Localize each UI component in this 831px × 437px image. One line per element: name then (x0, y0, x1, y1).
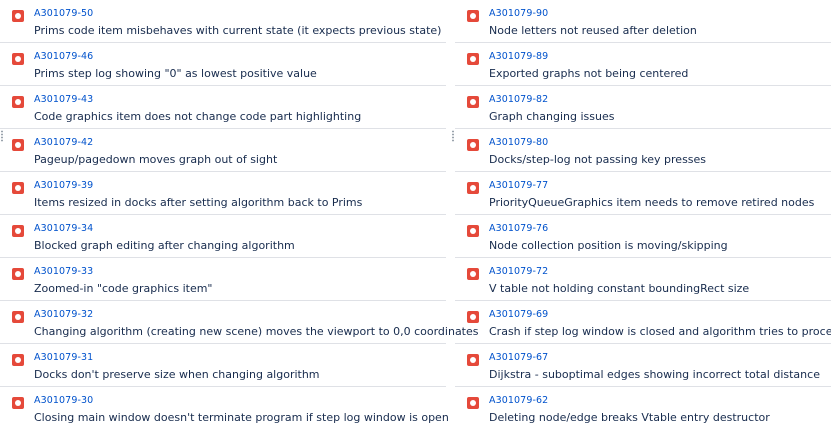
issue-row[interactable]: A301079-72 V table not holding constant … (455, 258, 831, 301)
bug-icon (467, 397, 479, 409)
issue-summary: Prims code item misbehaves with current … (34, 24, 442, 37)
bug-icon (12, 10, 24, 22)
issue-summary: Deleting node/edge breaks Vtable entry d… (489, 411, 770, 424)
bug-icon (12, 53, 24, 65)
issue-summary: Changing algorithm (creating new scene) … (34, 325, 479, 338)
issue-key-link[interactable]: A301079-42 (34, 137, 93, 148)
issue-key-link[interactable]: A301079-82 (489, 94, 548, 105)
issue-key-link[interactable]: A301079-43 (34, 94, 93, 105)
issue-row[interactable]: A301079-42 Pageup/pagedown moves graph o… (0, 129, 446, 172)
issue-row[interactable]: A301079-43 Code graphics item does not c… (0, 86, 446, 129)
issue-key-link[interactable]: A301079-33 (34, 266, 93, 277)
bug-icon (12, 311, 24, 323)
issue-summary: Prims step log showing "0" as lowest pos… (34, 67, 317, 80)
issue-summary: Zoomed-in "code graphics item" (34, 282, 213, 295)
bug-icon (12, 139, 24, 151)
issue-key-link[interactable]: A301079-80 (489, 137, 548, 148)
issue-key-link[interactable]: A301079-90 (489, 8, 548, 19)
issue-summary: Closing main window doesn't terminate pr… (34, 411, 449, 424)
issue-summary: Blocked graph editing after changing alg… (34, 239, 295, 252)
issue-row[interactable]: A301079-89 Exported graphs not being cen… (455, 43, 831, 86)
issue-summary: Node letters not reused after deletion (489, 24, 697, 37)
bug-icon (467, 10, 479, 22)
issue-row[interactable]: A301079-32 Changing algorithm (creating … (0, 301, 479, 344)
issue-key-link[interactable]: A301079-89 (489, 51, 548, 62)
issue-summary: V table not holding constant boundingRec… (489, 282, 750, 295)
issue-row[interactable]: A301079-82 Graph changing issues (455, 86, 831, 129)
issue-summary: Crash if step log window is closed and a… (489, 325, 831, 338)
issue-row[interactable]: A301079-31 Docks don't preserve size whe… (0, 344, 446, 387)
issue-row[interactable]: A301079-76 Node collection position is m… (455, 215, 831, 258)
issue-row[interactable]: A301079-30 Closing main window doesn't t… (0, 387, 449, 430)
issue-summary: Pageup/pagedown moves graph out of sight (34, 153, 278, 166)
bug-icon (467, 225, 479, 237)
issue-row[interactable]: A301079-46 Prims step log showing "0" as… (0, 43, 446, 86)
issue-row[interactable]: A301079-77 PriorityQueueGraphics item ne… (455, 172, 831, 215)
issue-key-link[interactable]: A301079-31 (34, 352, 93, 363)
bug-icon (467, 96, 479, 108)
issue-key-link[interactable]: A301079-62 (489, 395, 548, 406)
bug-icon (467, 311, 479, 323)
issue-key-link[interactable]: A301079-39 (34, 180, 93, 191)
issue-summary: PriorityQueueGraphics item needs to remo… (489, 196, 815, 209)
bug-icon (467, 139, 479, 151)
issue-key-link[interactable]: A301079-34 (34, 223, 93, 234)
issue-row[interactable]: A301079-62 Deleting node/edge breaks Vta… (455, 387, 831, 430)
bug-icon (12, 354, 24, 366)
issue-key-link[interactable]: A301079-50 (34, 8, 93, 19)
issue-key-link[interactable]: A301079-72 (489, 266, 548, 277)
column-resize-grip[interactable] (452, 130, 454, 142)
issue-summary: Items resized in docks after setting alg… (34, 196, 363, 209)
issue-key-link[interactable]: A301079-67 (489, 352, 548, 363)
issue-key-link[interactable]: A301079-76 (489, 223, 548, 234)
issue-row[interactable]: A301079-69 Crash if step log window is c… (455, 301, 831, 344)
bug-icon (467, 182, 479, 194)
issue-summary: Graph changing issues (489, 110, 615, 123)
bug-icon (12, 182, 24, 194)
issue-summary: Docks/step-log not passing key presses (489, 153, 707, 166)
issue-summary: Docks don't preserve size when changing … (34, 368, 320, 381)
bug-icon (12, 225, 24, 237)
issue-row[interactable]: A301079-34 Blocked graph editing after c… (0, 215, 446, 258)
bug-icon (467, 354, 479, 366)
bug-icon (12, 397, 24, 409)
issue-summary: Exported graphs not being centered (489, 67, 689, 80)
right-issue-list: A301079-90 Node letters not reused after… (455, 0, 831, 437)
bug-icon (12, 268, 24, 280)
bug-icon (467, 268, 479, 280)
issue-key-link[interactable]: A301079-46 (34, 51, 93, 62)
issue-row[interactable]: A301079-39 Items resized in docks after … (0, 172, 446, 215)
issue-row[interactable]: A301079-33 Zoomed-in "code graphics item… (0, 258, 446, 301)
bug-icon (12, 96, 24, 108)
issue-key-link[interactable]: A301079-69 (489, 309, 548, 320)
issue-key-link[interactable]: A301079-77 (489, 180, 548, 191)
issue-summary: Dijkstra - suboptimal edges showing inco… (489, 368, 820, 381)
left-issue-list: A301079-50 Prims code item misbehaves wi… (0, 0, 479, 437)
issue-key-link[interactable]: A301079-32 (34, 309, 93, 320)
issue-summary: Code graphics item does not change code … (34, 110, 362, 123)
bug-icon (467, 53, 479, 65)
issue-row[interactable]: A301079-90 Node letters not reused after… (455, 0, 831, 43)
issue-summary: Node collection position is moving/skipp… (489, 239, 728, 252)
issue-key-link[interactable]: A301079-30 (34, 395, 93, 406)
issue-row[interactable]: A301079-67 Dijkstra - suboptimal edges s… (455, 344, 831, 387)
issue-row[interactable]: A301079-50 Prims code item misbehaves wi… (0, 0, 446, 43)
issue-row[interactable]: A301079-80 Docks/step-log not passing ke… (455, 129, 831, 172)
